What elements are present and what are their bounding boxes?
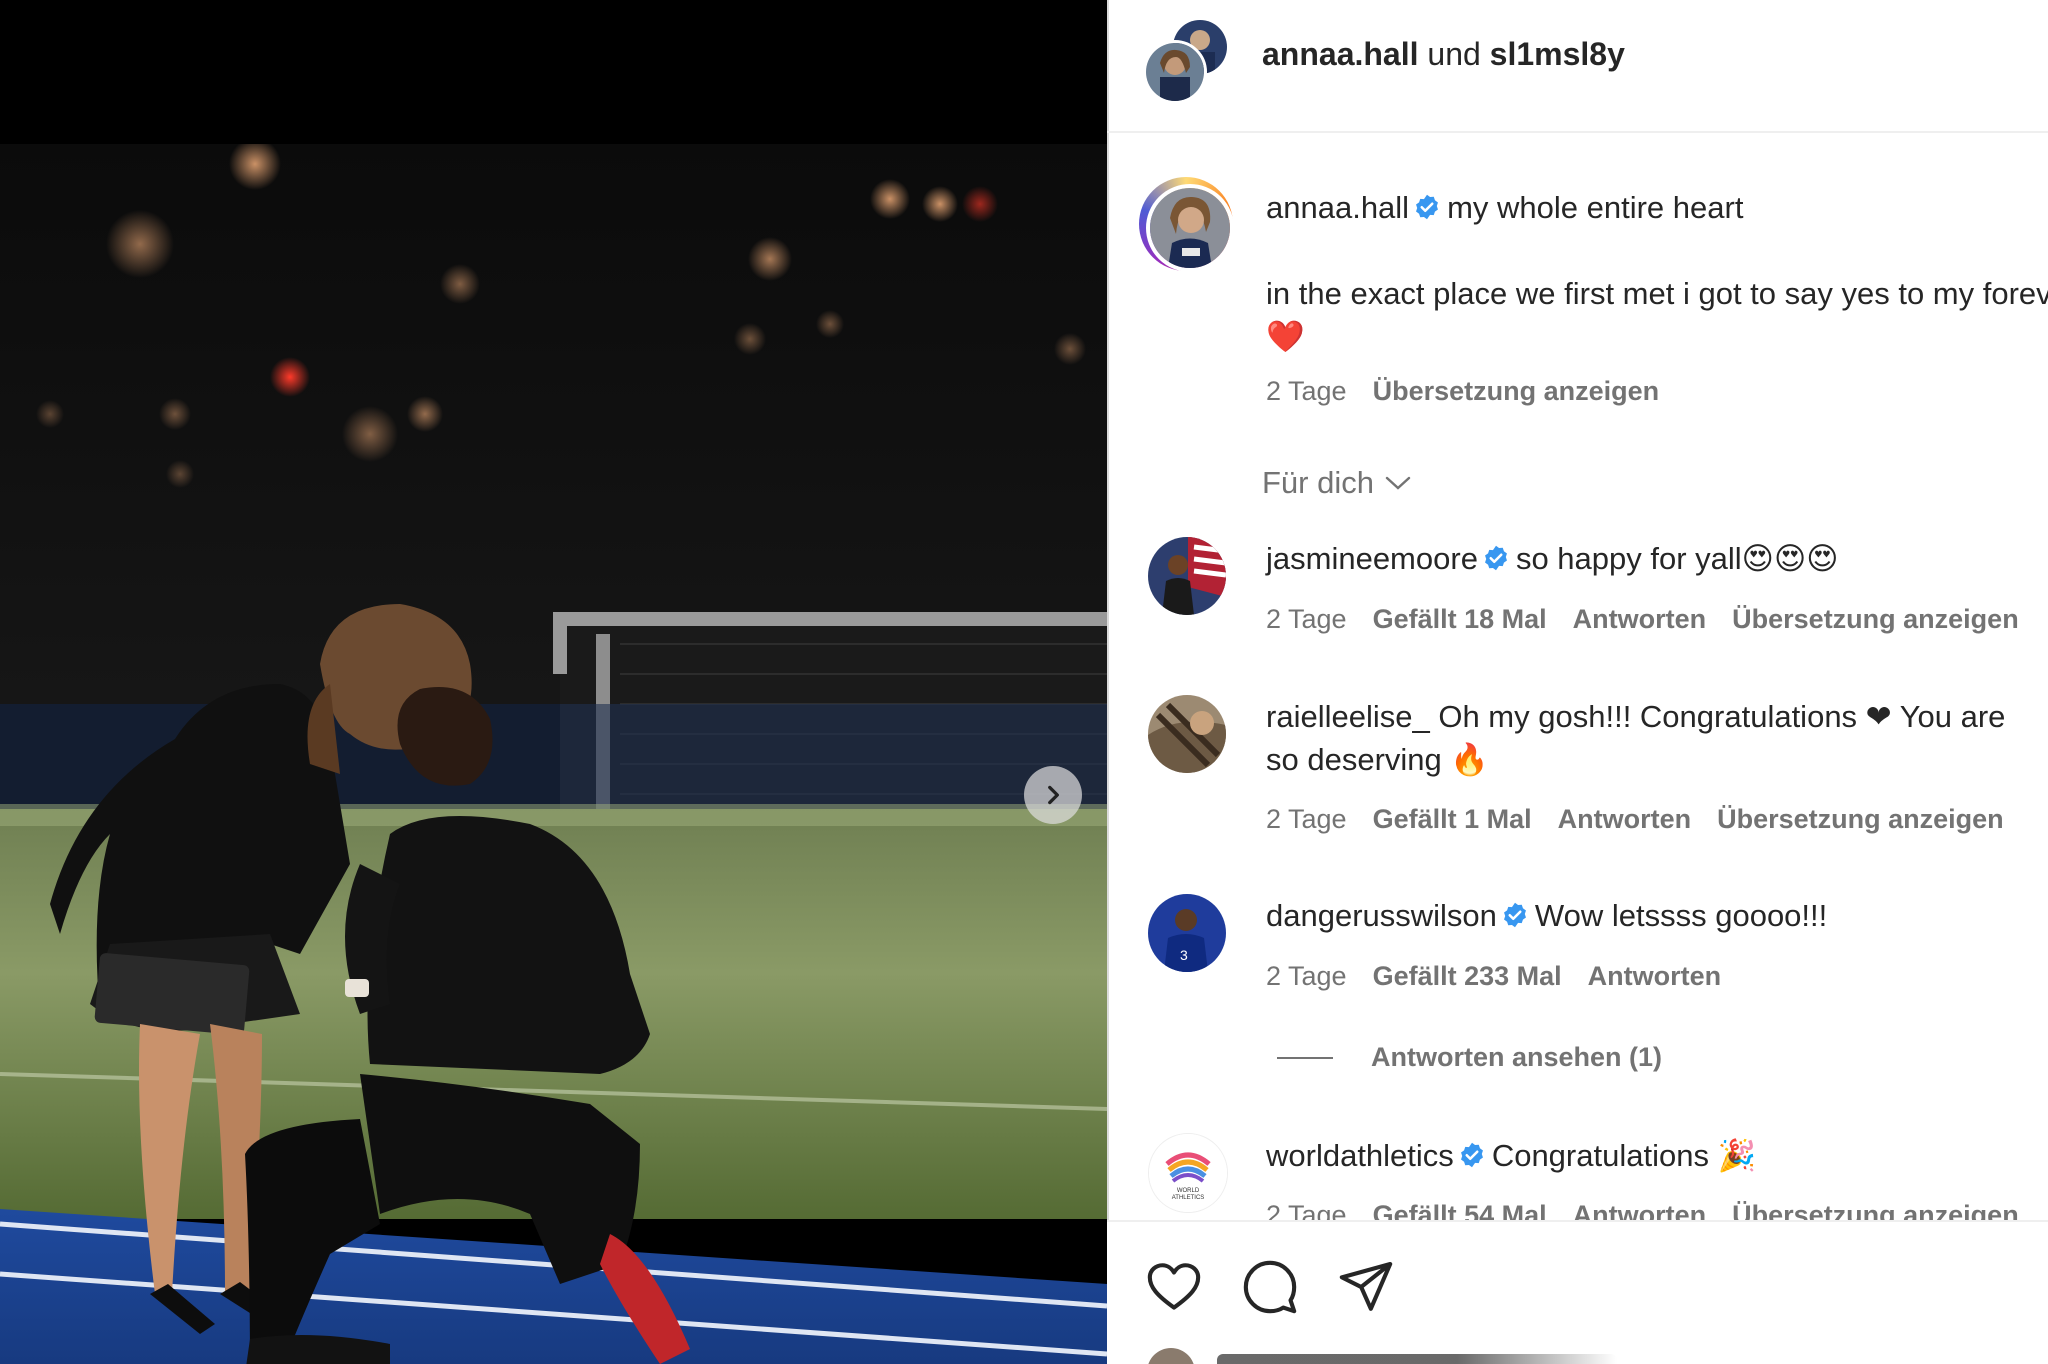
comment-avatar[interactable] — [1148, 537, 1226, 615]
caption-time[interactable]: 2 Tage — [1266, 376, 1347, 406]
comment-time[interactable]: 2 Tage — [1266, 604, 1347, 634]
paper-plane-icon[interactable] — [1337, 1258, 1395, 1316]
media-letterbox — [0, 0, 1107, 144]
verified-badge-icon — [1416, 194, 1439, 220]
post-media[interactable] — [0, 0, 1107, 1364]
svg-text:3: 3 — [1180, 947, 1188, 963]
verified-badge-icon — [1484, 545, 1507, 571]
proposal-photo — [0, 144, 1107, 1364]
chevron-right-icon — [1048, 785, 1059, 805]
author-avatar[interactable] — [1143, 40, 1207, 104]
comment-likes[interactable]: Gefällt 233 Mal — [1373, 961, 1562, 991]
comment-text: Wow letssss goooo!!! — [1534, 898, 1828, 933]
liked-by-text — [1217, 1354, 1617, 1364]
worldathletics-logo[interactable]: WORLD ATHLETICS — [1148, 1133, 1228, 1213]
comment-username[interactable]: raielleelise_ — [1266, 699, 1430, 734]
comment-username[interactable]: jasmineemoore — [1266, 541, 1478, 576]
comment-line: raielleelise_ Oh my gosh!!! Congratulati… — [1266, 695, 2026, 781]
verified-badge-icon — [1460, 1142, 1483, 1168]
comment-text: Congratulations 🎉 — [1491, 1138, 1757, 1173]
comment-text: so happy for yall😍😍😍 — [1515, 541, 1839, 576]
comment-line: jasmineemoore so happy for yall😍😍😍 — [1266, 537, 1839, 580]
collaborator-username[interactable]: sl1msl8y — [1490, 36, 1625, 72]
comment-sort-label: Für dich — [1262, 465, 1374, 500]
comment-likes[interactable]: Gefällt 1 Mal — [1373, 804, 1532, 834]
svg-text:ATHLETICS: ATHLETICS — [1172, 1195, 1205, 1201]
replies-line — [1277, 1056, 1333, 1059]
liked-by-avatar[interactable] — [1147, 1348, 1195, 1364]
authors-conjunction: und — [1427, 36, 1481, 72]
comment-avatar[interactable]: 3 — [1148, 894, 1226, 972]
caption-author-avatar[interactable] — [1146, 184, 1234, 272]
caption-meta: 2 Tage Übersetzung anzeigen — [1266, 376, 1685, 407]
comment-username[interactable]: worldathletics — [1266, 1138, 1454, 1173]
comment-username[interactable]: dangerusswilson — [1266, 898, 1497, 933]
heart-icon[interactable] — [1145, 1258, 1203, 1316]
comment-translate-link[interactable]: Übersetzung anzeigen — [1732, 604, 2019, 634]
post-action-bar — [1107, 1220, 2048, 1364]
pane-divider — [1107, 0, 1109, 1364]
comment-bubble-icon[interactable] — [1241, 1258, 1299, 1316]
comment-meta: 2 Tage Gefällt 18 Mal Antworten Übersetzung… — [1266, 604, 2045, 635]
comment-avatar[interactable] — [1148, 695, 1226, 773]
comment-reply-button[interactable]: Antworten — [1573, 604, 1706, 634]
view-replies-button[interactable]: Antworten ansehen (1) — [1277, 1042, 1662, 1073]
post-header: annaa.hall und sl1msl8y — [1107, 0, 2048, 133]
post-side-pane: annaa.hall und sl1msl8y annaa.hall my who… — [1107, 0, 2048, 1364]
author-username[interactable]: annaa.hall — [1262, 36, 1419, 72]
svg-text:WORLD: WORLD — [1177, 1188, 1200, 1194]
comment-meta: 2 Tage Gefällt 1 Mal Antworten Übersetzung … — [1266, 804, 2030, 835]
comment-sort-dropdown[interactable]: Für dich — [1262, 465, 1412, 501]
chevron-down-icon — [1385, 476, 1411, 490]
post-authors[interactable]: annaa.hall und sl1msl8y — [1262, 36, 1625, 73]
verified-badge-icon — [1503, 902, 1526, 928]
comment-meta: 2 Tage Gefällt 233 Mal Antworten — [1266, 961, 1747, 992]
comment-likes[interactable]: Gefällt 18 Mal — [1373, 604, 1547, 634]
next-media-button[interactable] — [1024, 766, 1082, 824]
comment-translate-link[interactable]: Übersetzung anzeigen — [1717, 804, 2004, 834]
caption-translate-link[interactable]: Übersetzung anzeigen — [1373, 376, 1660, 406]
comment-time[interactable]: 2 Tage — [1266, 804, 1347, 834]
caption-line: annaa.hall my whole entire heart — [1266, 186, 1743, 229]
caption-body: in the exact place we first met i got to… — [1266, 276, 2048, 354]
caption-username[interactable]: annaa.hall — [1266, 190, 1409, 225]
comment-time[interactable]: 2 Tage — [1266, 961, 1347, 991]
comment-reply-button[interactable]: Antworten — [1558, 804, 1691, 834]
view-replies-label: Antworten ansehen (1) — [1371, 1042, 1663, 1072]
comment-reply-button[interactable]: Antworten — [1588, 961, 1721, 991]
caption-text-first: my whole entire heart — [1447, 190, 1744, 225]
comment-line: worldathletics Congratulations 🎉 — [1266, 1134, 1756, 1177]
comment-line: dangerusswilson Wow letssss goooo!!! — [1266, 894, 1827, 937]
